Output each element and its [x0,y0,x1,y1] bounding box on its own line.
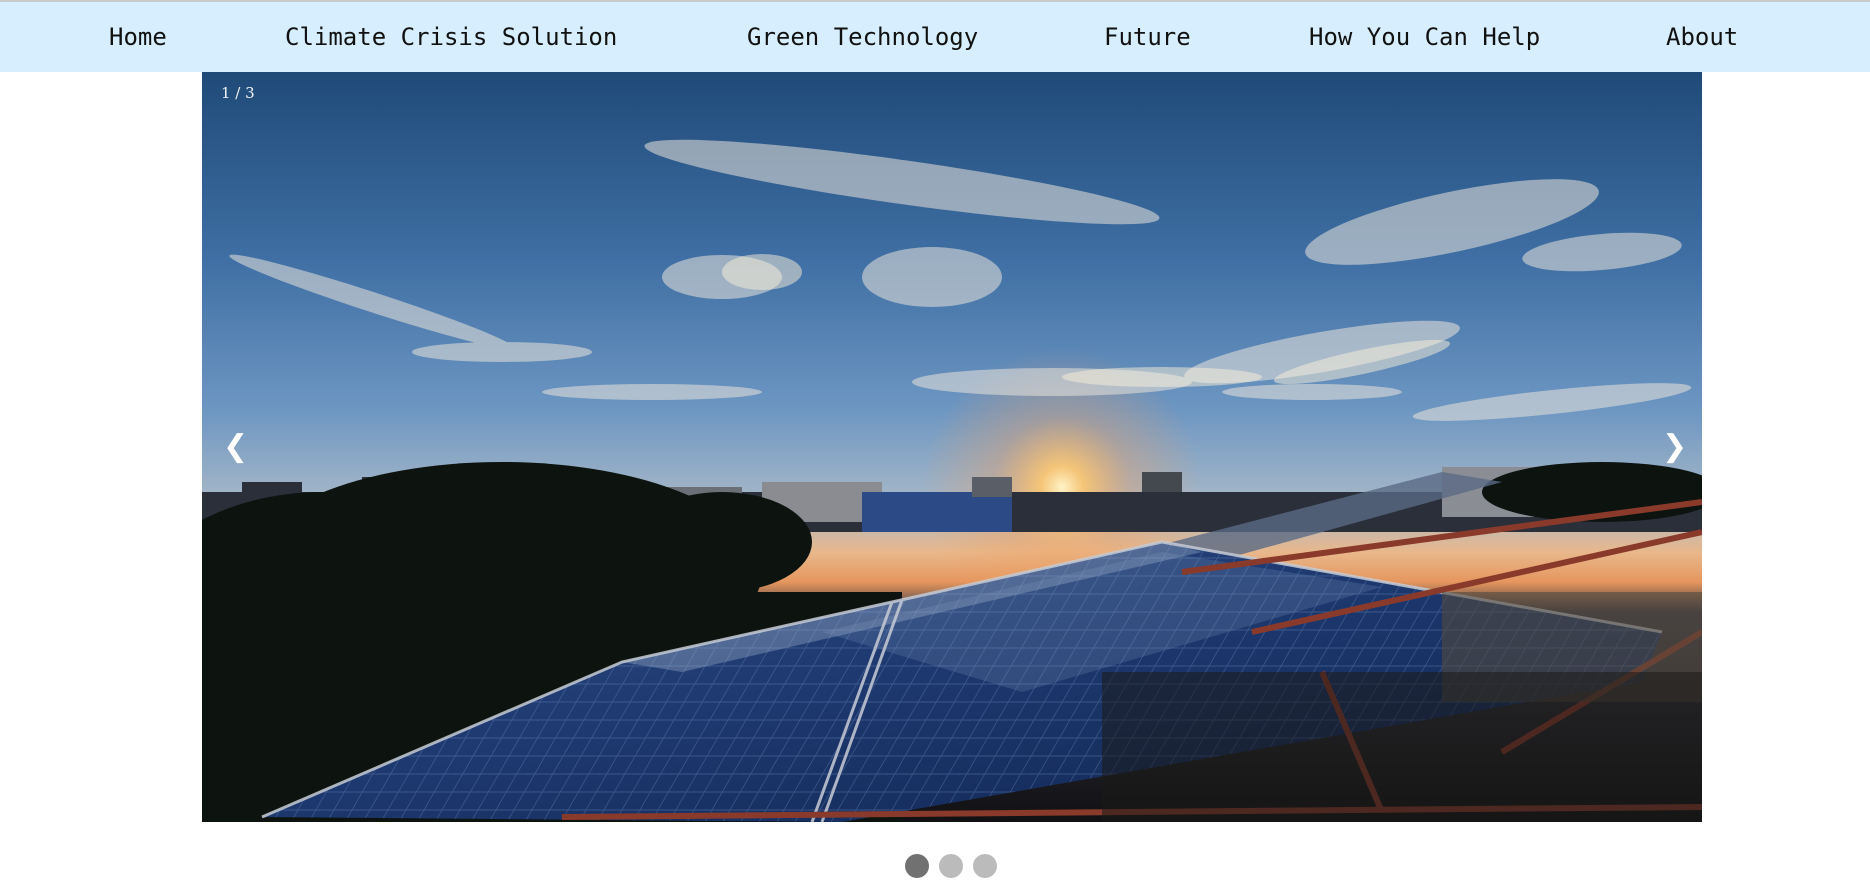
nav-link-climate-crisis-solution[interactable]: Climate Crisis Solution [285,2,617,72]
previous-slide-button[interactable]: ❮ [223,432,248,462]
slide-dot-2[interactable] [939,854,963,878]
nav-link-how-you-can-help[interactable]: How You Can Help [1309,2,1540,72]
slide-dot-1[interactable] [905,854,929,878]
nav-link-green-technology[interactable]: Green Technology [747,2,978,72]
image-slideshow: 1 / 3 ❮ ❯ [202,72,1702,822]
slide-indicator-dots [905,854,997,878]
top-navigation-bar: Home Climate Crisis Solution Green Techn… [0,2,1870,72]
solar-panel-sunset-image [202,72,1702,822]
nav-link-future[interactable]: Future [1104,2,1191,72]
nav-link-about[interactable]: About [1666,2,1738,72]
next-slide-button[interactable]: ❯ [1662,432,1687,462]
slide-dot-3[interactable] [973,854,997,878]
slide-counter: 1 / 3 [221,84,255,102]
nav-link-home[interactable]: Home [109,2,167,72]
